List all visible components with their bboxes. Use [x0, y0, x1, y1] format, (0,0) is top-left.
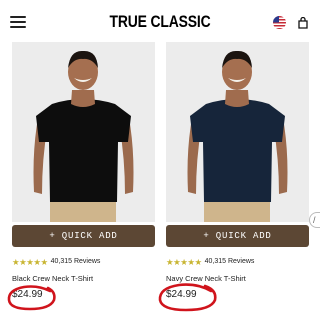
- product-rating[interactable]: ★★★★★ 40,315 Reviews: [166, 257, 309, 267]
- star-rating-icon: ★★★★★: [166, 257, 202, 267]
- product-price: $24.99: [12, 289, 43, 300]
- product-name[interactable]: Navy Crew Neck T-Shirt: [166, 274, 246, 283]
- hamburger-menu-icon[interactable]: [10, 16, 26, 28]
- review-count[interactable]: 40,315 Reviews: [205, 257, 255, 267]
- chevron-right-icon: /: [313, 215, 316, 225]
- shopping-bag-icon[interactable]: [298, 16, 308, 29]
- product-image[interactable]: [12, 42, 155, 222]
- product-image[interactable]: [166, 42, 309, 222]
- quick-add-button[interactable]: + QUICK ADD: [166, 225, 309, 247]
- product-price: $24.99: [166, 289, 197, 300]
- us-flag-icon[interactable]: [273, 16, 286, 29]
- product-rating[interactable]: ★★★★★ 40,315 Reviews: [12, 257, 155, 267]
- shirt: [190, 99, 285, 202]
- shirt: [36, 99, 131, 202]
- site-header: TRUE CLASSIC: [0, 0, 320, 40]
- review-count[interactable]: 40,315 Reviews: [51, 257, 101, 267]
- quick-add-button[interactable]: + QUICK ADD: [12, 225, 155, 247]
- product-name[interactable]: Black Crew Neck T-Shirt: [12, 274, 93, 283]
- brand-logo[interactable]: TRUE CLASSIC: [29, 12, 291, 32]
- scroll-next-button[interactable]: /: [309, 212, 320, 228]
- star-rating-icon: ★★★★★: [12, 257, 48, 267]
